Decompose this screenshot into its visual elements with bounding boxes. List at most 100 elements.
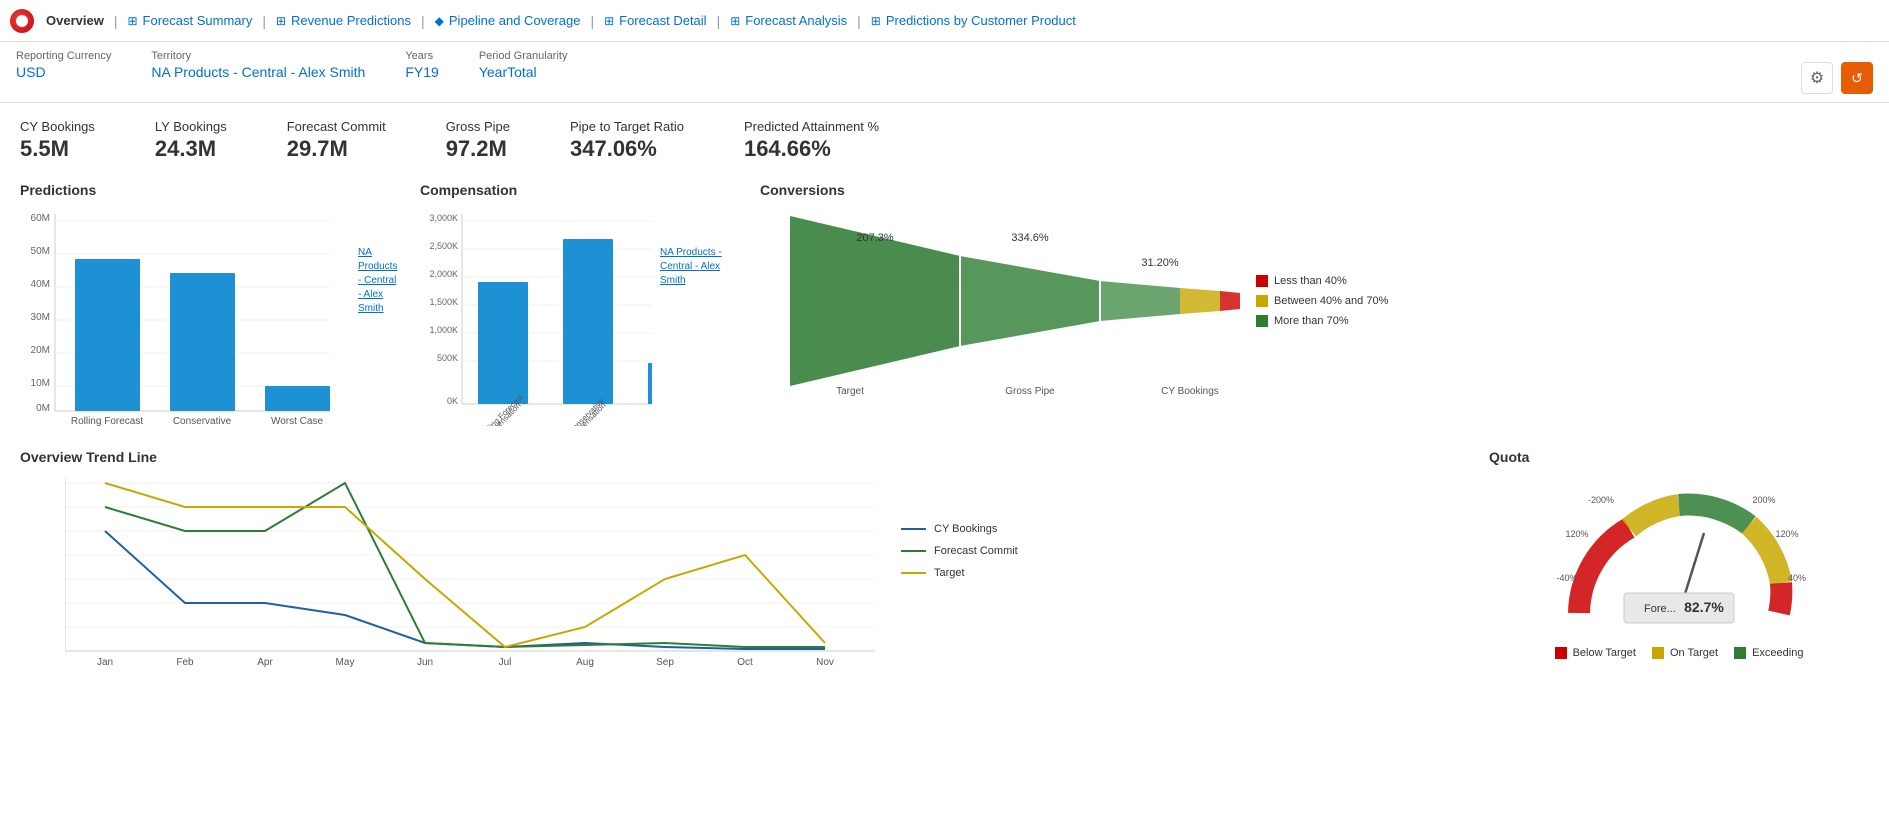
svg-text:30M: 30M (31, 312, 50, 323)
svg-text:Feb: Feb (176, 657, 194, 668)
nav-item-predictions-customer[interactable]: ⊞ Predictions by Customer Product (867, 13, 1080, 28)
nav-item-forecast-detail[interactable]: ⊞ Forecast Detail (600, 13, 710, 28)
compensation-series-label[interactable]: NA Products - Central - Alex Smith (660, 246, 740, 288)
svg-text:0M: 0M (36, 403, 50, 414)
quota-below-target: Below Target (1555, 647, 1636, 659)
nav-item-forecast-summary[interactable]: ⊞ Forecast Summary (123, 13, 256, 28)
svg-text:120%: 120% (1775, 529, 1798, 539)
revenue-predictions-icon: ⊞ (276, 14, 286, 28)
trend-legend-target: Target (901, 567, 1021, 579)
kpi-pipe-target-value: 347.06% (570, 136, 684, 162)
svg-text:2,500K: 2,500K (429, 241, 458, 251)
svg-text:Compensation: Compensation (650, 401, 652, 426)
refresh-button[interactable]: ↺ (1841, 62, 1873, 94)
kpi-row: CY Bookings 5.5M LY Bookings 24.3M Forec… (20, 119, 1869, 162)
quota-exceeding: Exceeding (1734, 647, 1803, 659)
svg-text:334.6%: 334.6% (1011, 232, 1049, 244)
nav-sep-6: | (857, 13, 861, 29)
svg-text:Aug: Aug (576, 657, 594, 668)
legend-color-yellow (1256, 295, 1268, 307)
legend-between-40-70: Between 40% and 70% (1256, 295, 1388, 307)
svg-text:May: May (336, 657, 355, 668)
svg-text:CY Bookings: CY Bookings (1161, 386, 1219, 396)
svg-text:0K: 0K (447, 396, 458, 406)
nav-item-overview[interactable]: Overview (42, 13, 108, 28)
overview-label: Overview (46, 13, 104, 28)
years-filter: Years FY19 (405, 50, 438, 80)
compensation-title: Compensation (420, 182, 740, 198)
currency-label: Reporting Currency (16, 50, 111, 62)
kpi-gross-pipe: Gross Pipe 97.2M (446, 119, 510, 162)
charts-row: Predictions 60M 50M 40M 30M 20M 10M 0M (20, 182, 1869, 429)
svg-text:207.3%: 207.3% (856, 232, 894, 244)
svg-text:Jun: Jun (417, 657, 433, 668)
svg-text:-40%: -40% (1556, 573, 1577, 583)
svg-text:Sep: Sep (656, 657, 674, 668)
trend-legend: CY Bookings Forecast Commit Target (901, 473, 1021, 676)
conversions-legend: Less than 40% Between 40% and 70% More t… (1256, 275, 1388, 327)
exceeding-label: Exceeding (1752, 647, 1803, 659)
nav-sep-2: | (262, 13, 266, 29)
cy-bookings-line-sample (901, 528, 926, 530)
filter-actions: ⚙ ↺ (1801, 50, 1873, 94)
svg-text:82.7%: 82.7% (1684, 599, 1724, 615)
quota-gauge-svg: -40% 40% 120% 120% -200% 200% Fore... 82… (1529, 473, 1829, 643)
filter-bar: Reporting Currency USD Territory NA Prod… (0, 42, 1889, 103)
svg-text:40%: 40% (1788, 573, 1806, 583)
kpi-forecast-commit-value: 29.7M (287, 136, 386, 162)
settings-button[interactable]: ⚙ (1801, 62, 1833, 94)
territory-label: Territory (151, 50, 365, 62)
quota-on-target: On Target (1652, 647, 1718, 659)
quota-title: Quota (1489, 449, 1869, 465)
kpi-predicted-attainment-label: Predicted Attainment % (744, 119, 879, 134)
bottom-row: Overview Trend Line 7,000K 6,000K 5,000K… (20, 449, 1869, 676)
currency-value[interactable]: USD (16, 64, 111, 80)
svg-text:Oct: Oct (737, 657, 753, 668)
nav-item-revenue-predictions[interactable]: ⊞ Revenue Predictions (272, 13, 415, 28)
kpi-gross-pipe-label: Gross Pipe (446, 119, 510, 134)
svg-text:Target: Target (836, 386, 864, 396)
svg-text:40M: 40M (31, 279, 50, 290)
years-value[interactable]: FY19 (405, 64, 438, 80)
svg-text:Conservative: Conservative (173, 416, 232, 426)
trend-line-svg: 7,000K 6,000K 5,000K 4,000K 3,000K 2,000… (65, 473, 885, 673)
conversions-title: Conversions (760, 182, 1869, 198)
predictions-series-label[interactable]: NA Products - Central - Alex Smith (358, 246, 400, 316)
conversions-chart: Conversions 207.3% 334.6% 31.20% (760, 182, 1869, 429)
period-value[interactable]: YearTotal (479, 64, 568, 80)
years-label: Years (405, 50, 438, 62)
kpi-predicted-attainment-value: 164.66% (744, 136, 879, 162)
nav-item-pipeline[interactable]: ◆ Pipeline and Coverage (431, 13, 585, 28)
predictions-bar-svg: 60M 50M 40M 30M 20M 10M 0M (20, 206, 350, 426)
on-target-color (1652, 647, 1664, 659)
legend-more-label: More than 70% (1274, 315, 1349, 327)
svg-text:Jul: Jul (499, 657, 512, 668)
svg-text:120%: 120% (1565, 529, 1588, 539)
legend-color-green (1256, 315, 1268, 327)
trend-legend-target-label: Target (934, 567, 965, 579)
kpi-gross-pipe-value: 97.2M (446, 136, 510, 162)
predictions-title: Predictions (20, 182, 400, 198)
period-filter: Period Granularity YearTotal (479, 50, 568, 80)
kpi-pipe-target-label: Pipe to Target Ratio (570, 119, 684, 134)
compensation-chart: Compensation 3,000K 2,500K 2,000K 1,500K… (420, 182, 740, 429)
svg-text:3,000K: 3,000K (429, 213, 458, 223)
legend-less-40: Less than 40% (1256, 275, 1388, 287)
main-content: CY Bookings 5.5M LY Bookings 24.3M Forec… (0, 103, 1889, 692)
forecast-commit-line-sample (901, 550, 926, 552)
nav-item-forecast-analysis[interactable]: ⊞ Forecast Analysis (726, 13, 851, 28)
on-target-label: On Target (1670, 647, 1718, 659)
svg-text:20M: 20M (31, 345, 50, 356)
territory-value[interactable]: NA Products - Central - Alex Smith (151, 64, 365, 80)
trend-title: Overview Trend Line (20, 449, 1469, 465)
quota-legend: Below Target On Target Exceeding (1489, 647, 1869, 659)
kpi-pipe-target: Pipe to Target Ratio 347.06% (570, 119, 684, 162)
svg-text:50M: 50M (31, 246, 50, 257)
trend-legend-cy: CY Bookings (901, 523, 1021, 535)
forecast-summary-icon: ⊞ (127, 14, 137, 28)
svg-text:Apr: Apr (257, 657, 273, 668)
predictions-chart: Predictions 60M 50M 40M 30M 20M 10M 0M (20, 182, 400, 429)
territory-filter: Territory NA Products - Central - Alex S… (151, 50, 365, 80)
svg-text:31.20%: 31.20% (1141, 257, 1179, 269)
svg-text:Fore...: Fore... (1644, 603, 1676, 615)
